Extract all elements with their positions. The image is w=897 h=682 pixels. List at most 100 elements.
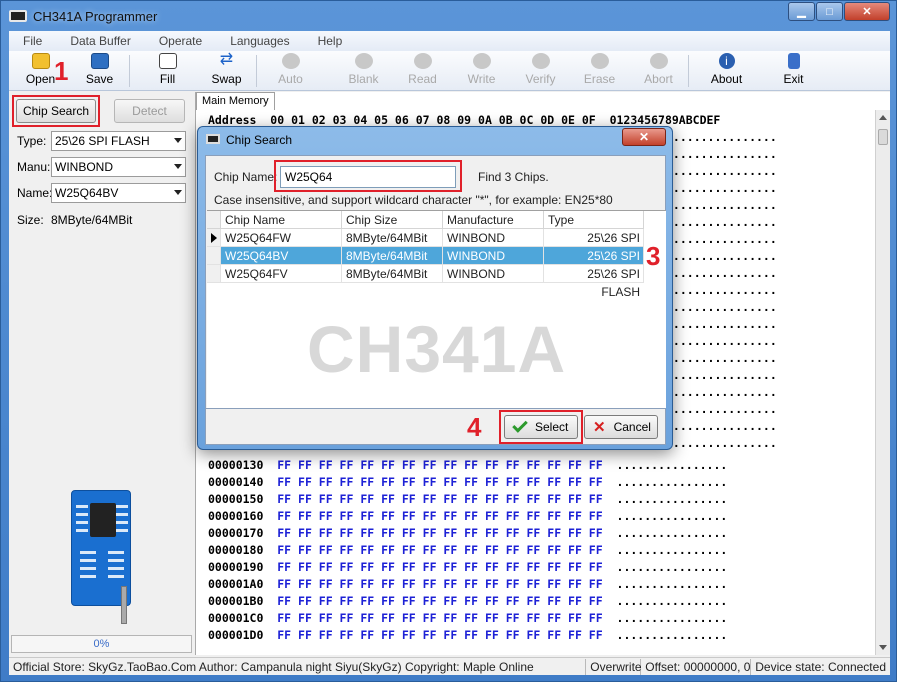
hex-row-obscured: ................ <box>666 232 777 246</box>
status-store: Official Store: SkyGz.TaoBao.Com Author:… <box>9 658 587 675</box>
found-count: Find 3 Chips. <box>478 170 549 184</box>
title-bar[interactable]: CH341A Programmer ▁ □ ✕ <box>1 1 896 31</box>
write-icon <box>472 53 491 69</box>
row-pointer-icon <box>211 233 217 243</box>
dialog-close-button[interactable]: ✕ <box>622 128 666 146</box>
toolbar: Open Save Fill ⇄ Swap Auto Blank Read Wr… <box>9 51 890 91</box>
menu-bar: File Data Buffer Operate Languages Help <box>9 31 890 51</box>
hex-row: 000001C0 FF FF FF FF FF FF FF FF FF FF F… <box>208 611 728 625</box>
auto-icon <box>281 53 300 69</box>
hex-row-obscured: ................ <box>666 283 777 297</box>
socket-lever <box>121 586 127 624</box>
write-button[interactable]: Write <box>452 51 511 91</box>
hex-row-obscured: ................ <box>666 215 777 229</box>
chip-app-icon <box>9 10 27 22</box>
hex-row-obscured: ................ <box>666 181 777 195</box>
search-hint: Case insensitive, and support wildcard c… <box>214 193 613 207</box>
table-row[interactable]: W25Q64FW 8MByte/64MBit WINBOND 25\26 SPI… <box>207 229 644 263</box>
erase-button[interactable]: Erase <box>570 51 629 91</box>
status-device: Device state: Connected <box>755 659 886 674</box>
table-row-selected[interactable]: W25Q64BV 8MByte/64MBit WINBOND 25\26 SPI… <box>207 247 644 281</box>
current-row-indicator <box>207 229 221 247</box>
chip-socket-illustration <box>71 490 131 624</box>
blank-button[interactable]: Blank <box>334 51 393 91</box>
hex-row-obscured: ................ <box>666 402 777 416</box>
fill-button[interactable]: Fill <box>138 51 197 91</box>
detect-button[interactable]: Detect <box>114 99 185 123</box>
hex-row-obscured: ................ <box>666 317 777 331</box>
status-bar: Official Store: SkyGz.TaoBao.Com Author:… <box>9 657 890 675</box>
col-manufacture[interactable]: Manufacture <box>443 211 544 229</box>
manufacturer-select[interactable]: WINBOND <box>51 157 186 177</box>
step-1-marker: 1 <box>54 56 69 86</box>
hex-row-obscured: ................ <box>666 198 777 212</box>
chevron-down-icon <box>174 164 182 169</box>
menu-help[interactable]: Help <box>304 34 357 48</box>
toolbar-separator <box>256 55 257 87</box>
step-3-marker: 3 <box>646 241 661 271</box>
verify-icon <box>531 53 550 69</box>
chip-results-table: CH341A Chip Name Chip Size Manufacture T… <box>207 210 666 408</box>
exit-icon <box>787 53 800 69</box>
read-icon <box>413 53 432 69</box>
auto-button[interactable]: Auto <box>261 51 320 91</box>
fill-icon <box>158 53 177 69</box>
chip-name-select[interactable]: W25Q64BV <box>51 183 186 203</box>
col-chip-name[interactable]: Chip Name <box>221 211 342 229</box>
step-2-highlight <box>274 160 462 192</box>
maximize-button[interactable]: □ <box>816 2 843 21</box>
menu-operate[interactable]: Operate <box>145 34 216 48</box>
col-chip-size[interactable]: Chip Size <box>342 211 443 229</box>
swap-button[interactable]: ⇄ Swap <box>197 51 256 91</box>
scroll-thumb[interactable] <box>878 129 888 145</box>
tab-main-memory[interactable]: Main Memory <box>196 92 275 110</box>
hex-row-obscured: ................ <box>666 266 777 280</box>
table-header: Chip Name Chip Size Manufacture Type <box>207 211 644 229</box>
table-row[interactable]: W25Q64FV 8MByte/64MBit WINBOND 25\26 SPI… <box>207 265 644 299</box>
step-4-highlight <box>499 410 583 444</box>
hex-row-obscured: ................ <box>666 164 777 178</box>
chevron-down-icon <box>174 138 182 143</box>
hex-row-obscured: ................ <box>666 368 777 382</box>
hex-row: 00000150 FF FF FF FF FF FF FF FF FF FF F… <box>208 492 728 506</box>
save-button[interactable]: Save <box>70 51 129 91</box>
window-title: CH341A Programmer <box>33 8 158 24</box>
verify-button[interactable]: Verify <box>511 51 570 91</box>
chip-search-dialog: Chip Search ✕ Chip Name: W25Q64 Find 3 C… <box>197 126 673 450</box>
cancel-button[interactable]: ✕ Cancel <box>584 415 658 439</box>
manu-label: Manu: <box>17 160 51 174</box>
info-icon: i <box>718 53 735 69</box>
menu-data-buffer[interactable]: Data Buffer <box>56 34 144 48</box>
menu-file[interactable]: File <box>9 34 56 48</box>
exit-button[interactable]: Exit <box>764 51 823 91</box>
hex-row: 00000190 FF FF FF FF FF FF FF FF FF FF F… <box>208 560 728 574</box>
close-button[interactable]: ✕ <box>844 2 890 21</box>
about-button[interactable]: i About <box>697 51 756 91</box>
hex-row: 00000180 FF FF FF FF FF FF FF FF FF FF F… <box>208 543 728 557</box>
hex-row-obscured: ................ <box>666 334 777 348</box>
read-button[interactable]: Read <box>393 51 452 91</box>
vertical-scrollbar[interactable] <box>875 110 890 655</box>
chip-icon <box>206 134 220 144</box>
folder-icon <box>31 53 50 69</box>
hex-row-obscured: ................ <box>666 249 777 263</box>
abort-button[interactable]: Abort <box>629 51 688 91</box>
ch341a-watermark: CH341A <box>307 312 567 386</box>
status-offset: Offset: 00000000, 0 <box>641 658 752 675</box>
scroll-down-icon[interactable] <box>879 645 887 650</box>
save-icon <box>90 53 109 69</box>
dialog-body: Chip Name: W25Q64 Find 3 Chips. Case ins… <box>205 155 666 409</box>
hex-row: 00000160 FF FF FF FF FF FF FF FF FF FF F… <box>208 509 728 523</box>
abort-icon <box>649 53 668 69</box>
blank-icon <box>354 53 373 69</box>
minimize-button[interactable]: ▁ <box>788 2 815 21</box>
col-type[interactable]: Type <box>544 211 644 229</box>
chip-name-label: Chip Name: <box>214 170 278 184</box>
size-value: 8MByte/64MBit <box>51 213 133 227</box>
dialog-title: Chip Search <box>226 133 293 147</box>
menu-languages[interactable]: Languages <box>216 34 303 48</box>
step-4-marker: 4 <box>467 412 482 442</box>
type-select[interactable]: 25\26 SPI FLASH <box>51 131 186 151</box>
name-label: Name: <box>17 186 53 200</box>
scroll-up-icon[interactable] <box>879 115 887 120</box>
